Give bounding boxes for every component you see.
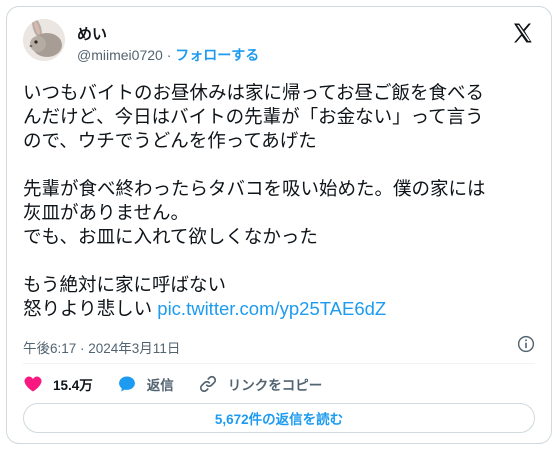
- like-button[interactable]: 15.4万: [23, 374, 93, 394]
- follow-button[interactable]: フォローする: [175, 47, 259, 63]
- reply-button[interactable]: 返信: [117, 374, 174, 394]
- action-bar: 15.4万 返信 リンクをコピー: [23, 369, 346, 399]
- heart-icon: [24, 376, 42, 392]
- tweet-line: 怒りより悲しい: [23, 298, 153, 319]
- copy-link-button[interactable]: リンクをコピー: [198, 374, 323, 394]
- tweet-line: んだけど、今日はバイトの先輩が「お金ない」って言う: [23, 106, 484, 127]
- x-logo-icon[interactable]: [511, 21, 535, 45]
- tweet-line: いつもバイトのお昼休みは家に帰ってお昼ご飯を食べる: [23, 82, 485, 103]
- copy-link-label: リンクをコピー: [227, 378, 323, 393]
- display-name[interactable]: めい: [77, 23, 107, 44]
- speech-bubble-icon: [118, 376, 135, 392]
- media-link[interactable]: pic.twitter.com/yp25TAE6dZ: [157, 298, 386, 319]
- tweet-line: ので、ウチでうどんを作ってあげた: [23, 130, 317, 151]
- info-icon[interactable]: [517, 335, 535, 353]
- avatar[interactable]: [23, 19, 65, 61]
- tweet-card: めい @miimei0720 · フォローする いつもバイトのお昼休みは家に帰っ…: [6, 6, 552, 444]
- separator-dot: ·: [166, 47, 172, 63]
- rabbit-avatar-image: [23, 19, 65, 61]
- tweet-text: いつもバイトのお昼休みは家に帰ってお昼ご飯を食べる んだけど、今日はバイトの先輩…: [23, 81, 543, 321]
- read-replies-button[interactable]: 5,672件の返信を読む: [23, 403, 535, 433]
- reply-label: 返信: [146, 378, 174, 393]
- divider: [23, 363, 535, 364]
- like-count: 15.4万: [53, 378, 93, 393]
- handle-row: @miimei0720 · フォローする: [77, 45, 259, 65]
- user-handle[interactable]: @miimei0720: [77, 47, 163, 63]
- link-icon: [199, 375, 216, 393]
- tweet-line: でも、お皿に入れて欲しくなかった: [23, 226, 318, 247]
- tweet-line: もう絶対に家に呼ばない: [23, 274, 226, 295]
- tweet-line: 灰皿がありません。: [23, 202, 189, 223]
- tweet-line: 先輩が食べ終わったらタバコを吸い始めた。僕の家には: [23, 178, 486, 199]
- timestamp[interactable]: 午後6:17 · 2024年3月11日: [23, 337, 180, 357]
- tweet-last-line: 怒りより悲しい pic.twitter.com/yp25TAE6dZ: [23, 297, 543, 321]
